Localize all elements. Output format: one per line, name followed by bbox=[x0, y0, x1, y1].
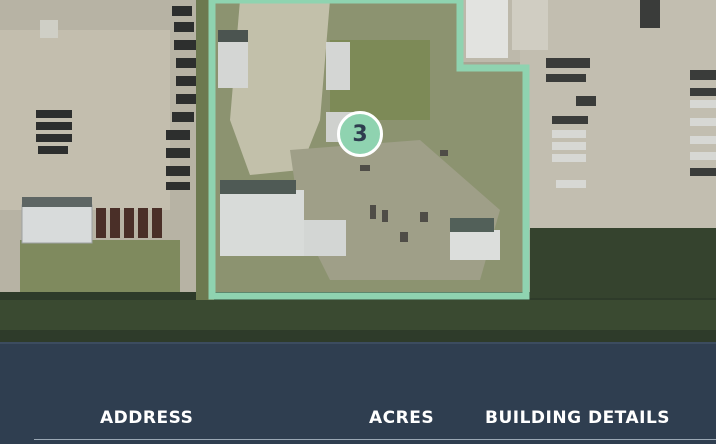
column-header-building-details: BUILDING DETAILS bbox=[485, 408, 671, 428]
column-header-address: ADDRESS bbox=[100, 408, 194, 428]
aerial-photo: 3 bbox=[0, 0, 716, 342]
property-map-sheet: 3 ADDRESS ACRES BUILDING DETAILS bbox=[0, 0, 716, 444]
aerial-imagery bbox=[0, 0, 716, 342]
panel-divider bbox=[0, 342, 716, 344]
table-header-rule bbox=[34, 439, 716, 440]
parcel-number-badge[interactable]: 3 bbox=[337, 111, 383, 157]
property-table: ADDRESS ACRES BUILDING DETAILS bbox=[0, 342, 716, 444]
column-header-acres: ACRES bbox=[369, 408, 435, 428]
